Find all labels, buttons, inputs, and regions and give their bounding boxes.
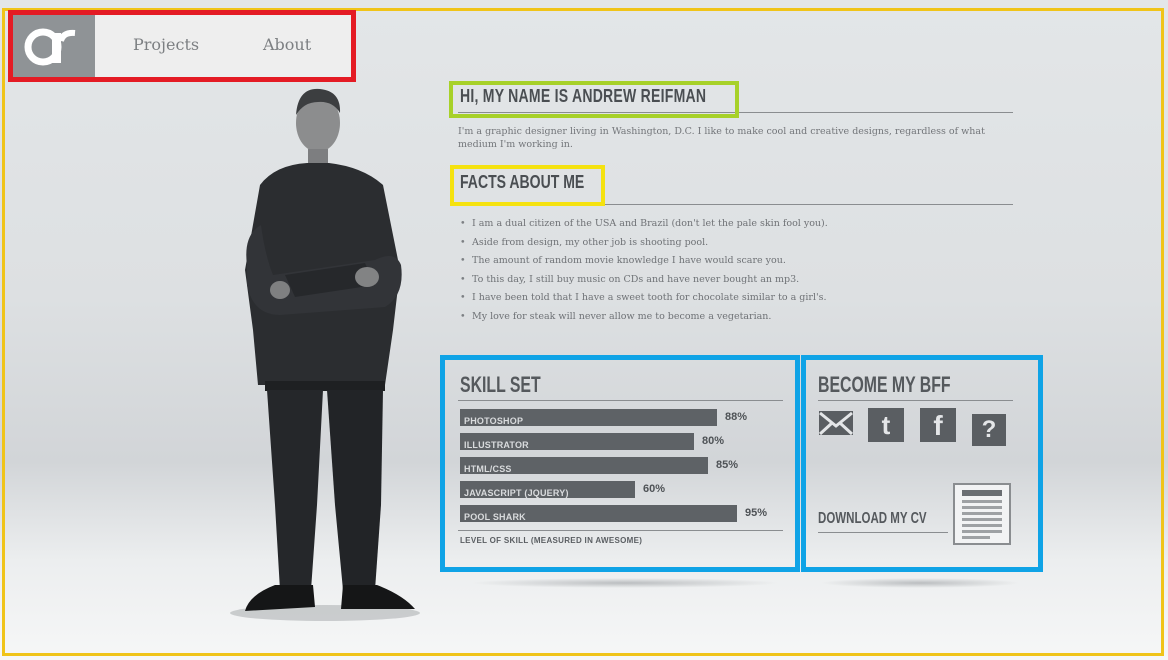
site-logo[interactable]: [13, 15, 95, 77]
page-background: Projects About HI, MY NAME IS ANDREW REI…: [0, 0, 1168, 660]
facts-list: • I am a dual citizen of the USA and Braz…: [460, 215, 828, 327]
formspring-icon[interactable]: ?: [972, 414, 1006, 446]
panel-shadow: [470, 578, 780, 588]
portrait-figure: [230, 88, 420, 621]
skill-bar: POOL SHARK: [460, 505, 737, 522]
intro-text: I'm a graphic designer living in Washing…: [458, 126, 985, 150]
bff-heading: BECOME MY BFF: [818, 372, 951, 397]
skill-name: JAVASCRIPT (JQUERY): [464, 488, 569, 498]
facts-divider: [458, 204, 1013, 205]
panel-shadow: [820, 578, 1020, 588]
list-item: • Aside from design, my other job is shoo…: [460, 236, 709, 248]
skill-footer-divider: [458, 530, 783, 531]
intro-divider: [458, 112, 1013, 113]
download-cv-link[interactable]: DOWNLOAD MY CV: [818, 510, 927, 528]
logo-icon: [24, 28, 76, 66]
skill-name: HTML/CSS: [464, 464, 512, 474]
facts-heading: FACTS ABOUT ME: [460, 172, 585, 192]
skill-name: ILLUSTRATOR: [464, 440, 529, 450]
list-item: • My love for steak will never allow me t…: [460, 310, 772, 322]
facebook-icon[interactable]: f: [920, 408, 956, 442]
skill-bar: JAVASCRIPT (JQUERY): [460, 481, 635, 498]
cv-underline: [818, 532, 948, 533]
skill-set-divider: [458, 400, 783, 401]
skill-percent: 60%: [643, 483, 666, 495]
skill-bar: HTML/CSS: [460, 457, 708, 474]
list-item: • I have been told that I have a sweet to…: [460, 292, 827, 304]
mail-icon[interactable]: [818, 408, 854, 442]
skill-footnote: LEVEL OF SKILL (MEASURED IN AWESOME): [460, 536, 643, 545]
nav-link-about[interactable]: About: [263, 35, 311, 54]
skill-name: PHOTOSHOP: [464, 416, 524, 426]
skill-percent: 80%: [702, 435, 725, 447]
skill-set-heading: SKILL SET: [460, 372, 541, 397]
bff-divider: [818, 400, 1013, 401]
cv-document-icon[interactable]: [952, 482, 1012, 546]
skill-name: POOL SHARK: [464, 512, 526, 522]
list-item: • I am a dual citizen of the USA and Braz…: [460, 218, 828, 229]
skill-percent: 85%: [716, 459, 739, 471]
skill-bar: PHOTOSHOP: [460, 409, 717, 426]
nav-link-projects[interactable]: Projects: [133, 35, 199, 54]
list-item: • The amount of random movie knowledge I …: [460, 255, 786, 267]
intro-heading: HI, MY NAME IS ANDREW REIFMAN: [460, 86, 707, 106]
twitter-icon[interactable]: t: [868, 408, 904, 442]
skill-percent: 88%: [725, 411, 748, 423]
skill-bar: ILLUSTRATOR: [460, 433, 694, 450]
skill-percent: 95%: [745, 507, 768, 519]
top-nav: Projects About: [13, 15, 351, 77]
list-item: • To this day, I still buy music on CDs a…: [460, 273, 800, 285]
